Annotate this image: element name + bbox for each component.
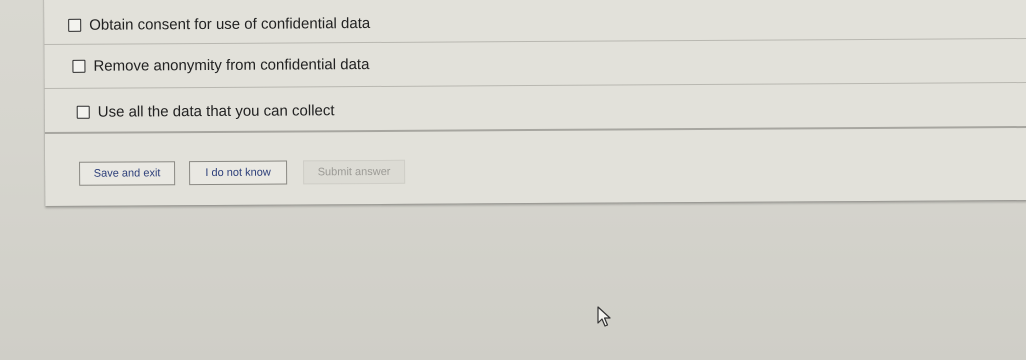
submit-answer-button[interactable]: Submit answer (303, 159, 406, 185)
checkbox-icon[interactable] (76, 105, 90, 119)
checkbox-icon[interactable] (72, 59, 86, 73)
i-do-not-know-button[interactable]: I do not know (189, 160, 288, 186)
save-and-exit-button[interactable]: Save and exit (79, 161, 176, 186)
mouse-cursor-icon (597, 306, 611, 327)
question-card: Obtain consent for use of confidential d… (44, 0, 1026, 206)
option-label: Use all the data that you can collect (97, 101, 335, 121)
option-label: Remove anonymity from confidential data (93, 55, 370, 75)
checkbox-icon[interactable] (68, 18, 82, 32)
option-row-use-all-data[interactable]: Use all the data that you can collect (44, 81, 1026, 134)
option-label: Obtain consent for use of confidential d… (89, 14, 371, 34)
option-row-remove-anonymity[interactable]: Remove anonymity from confidential data (44, 38, 1026, 89)
